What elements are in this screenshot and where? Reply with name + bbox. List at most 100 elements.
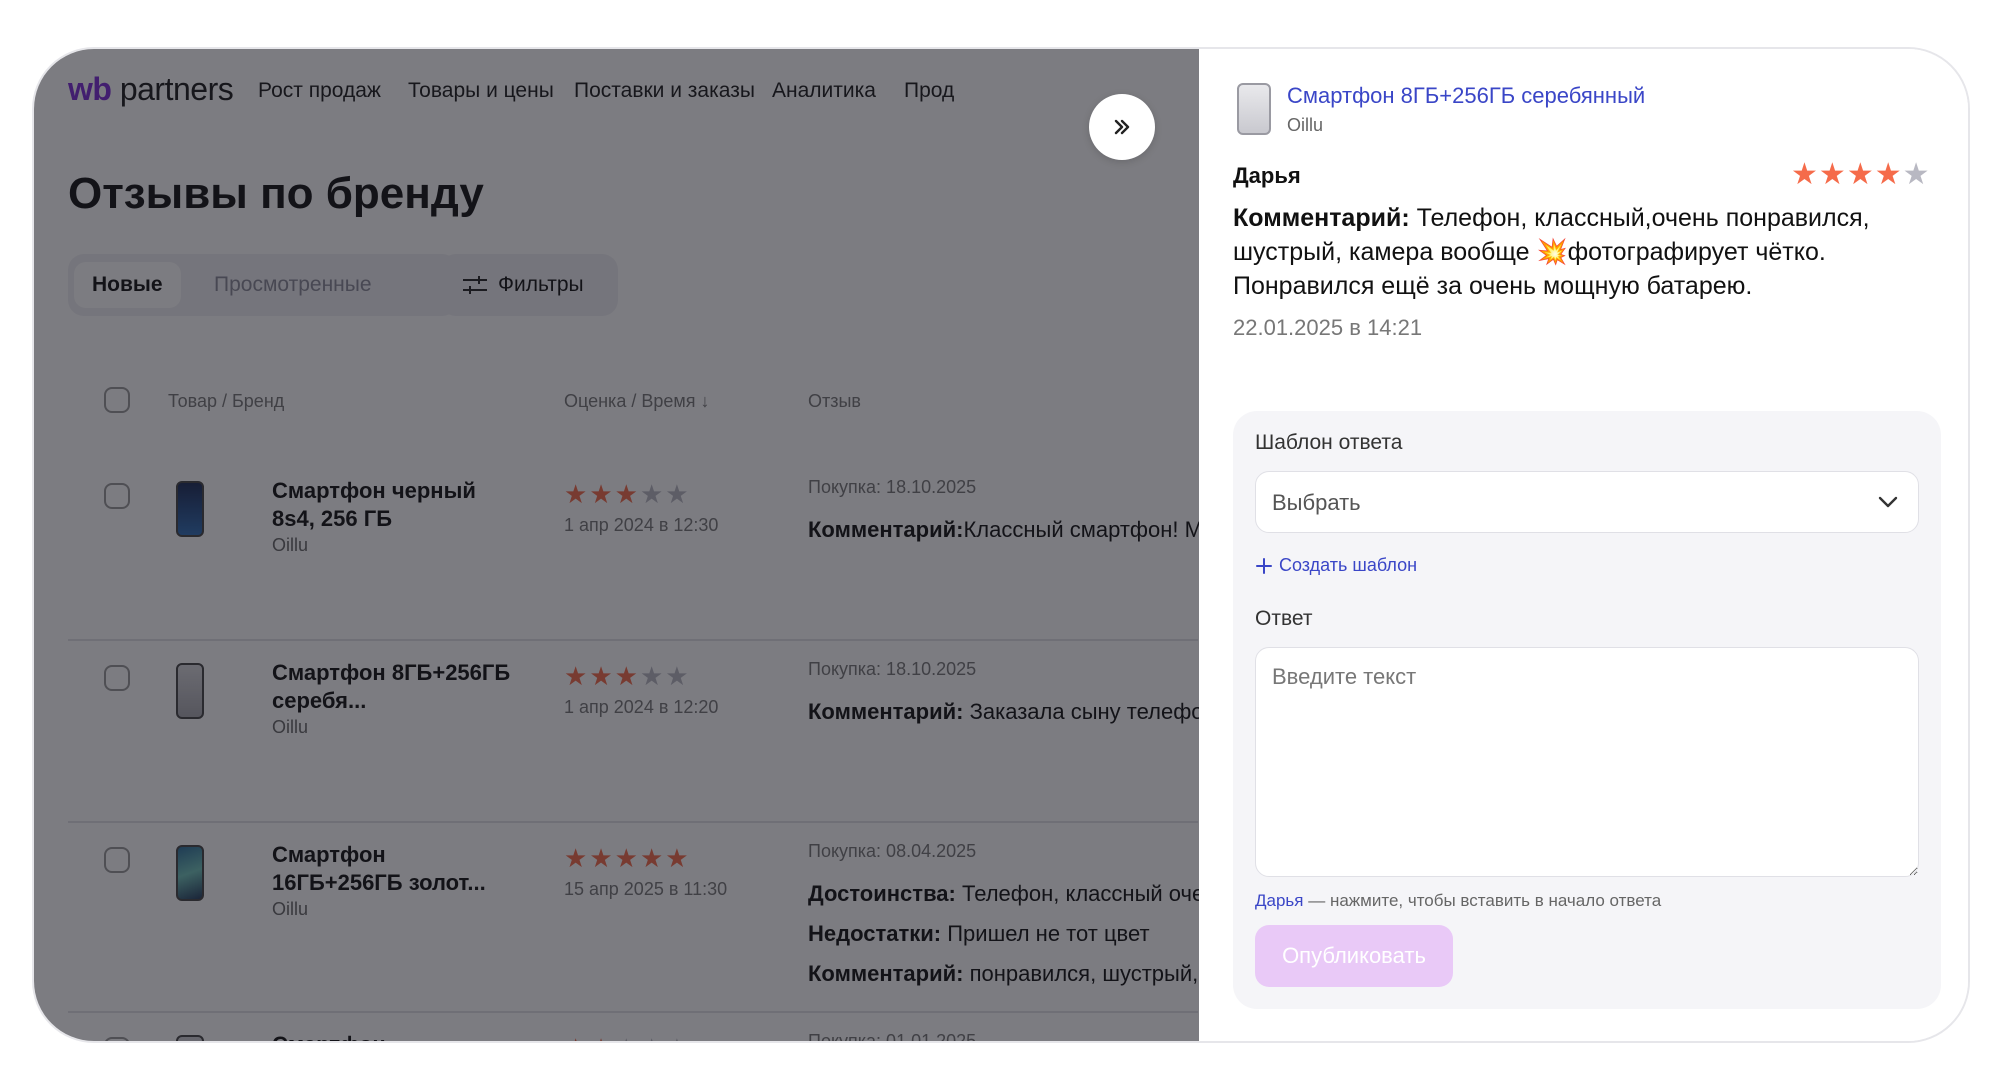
template-select-value: Выбрать: [1272, 490, 1361, 515]
review-date: 1 апр 2024 в 12:20: [564, 697, 719, 717]
product-thumbnail: [176, 845, 204, 901]
review-line-label: Комментарий:: [808, 961, 964, 986]
logo-partners: partners: [119, 71, 234, 107]
logo-wb: wb: [68, 71, 112, 107]
tab-viewed[interactable]: Просмотренные: [196, 262, 390, 308]
star-icon: ★: [639, 661, 666, 691]
nav-item-analytics[interactable]: Аналитика: [772, 79, 876, 103]
table-row[interactable]: Смартфон ★★★★★ Покупка: 01.01.2025: [68, 1013, 1198, 1043]
purchase-date: Покупка: 01.01.2025: [808, 1031, 977, 1043]
product-name[interactable]: Смартфон: [272, 1031, 512, 1041]
insert-name-hint: Дарья — нажмите, чтобы вставить в начало…: [1255, 891, 1661, 911]
star-icon: ★: [665, 661, 691, 691]
review-date: 15 апр 2025 в 11:30: [564, 879, 728, 899]
table-row[interactable]: Смартфон черный 8s4, 256 ГБ Oillu ★★★★★ …: [68, 459, 1199, 641]
star-icon: ★: [639, 843, 666, 873]
star-icon: ★: [1818, 158, 1847, 191]
row-checkbox[interactable]: [104, 665, 130, 691]
comment-label: Комментарий:: [1233, 204, 1410, 232]
template-label: Шаблон ответа: [1255, 431, 1403, 454]
star-icon: ★: [614, 843, 640, 873]
star-icon: ★: [665, 1033, 690, 1041]
filters-button[interactable]: Фильтры: [440, 254, 618, 316]
star-icon: ★: [1874, 158, 1903, 191]
review-date: 22.01.2025 в 14:21: [1233, 315, 1423, 340]
review-detail-panel: Смартфон 8ГБ+256ГБ серебянный Oillu Дарь…: [1199, 49, 1968, 1041]
window-frame: wb partners Рост продаж Товары и цены По…: [32, 47, 1970, 1043]
product-brand: Oillu: [272, 899, 309, 919]
review-line: Комментарий:Классный смартфон! Ми: [808, 517, 1199, 543]
collapse-panel-button[interactable]: [1089, 94, 1155, 160]
purchase-date: Покупка: 18.10.2025: [808, 477, 977, 497]
review-line: Комментарий: Заказала сыну телефон,: [808, 699, 1199, 725]
star-icon: ★: [614, 661, 640, 691]
review-line-label: Недостатки:: [808, 921, 942, 946]
star-icon: ★: [1846, 158, 1875, 191]
table-row[interactable]: Смартфон 16ГБ+256ГБ золот... Oillu ★★★★★…: [68, 823, 1199, 1013]
rating-stars: ★★★★★: [564, 661, 691, 692]
create-template-link[interactable]: Создать шаблон: [1255, 555, 1417, 576]
double-chevron-right-icon: [1114, 119, 1130, 135]
review-line-text: Классный смартфон! Ми: [963, 517, 1199, 542]
product-name[interactable]: Смартфон черный 8s4, 256 ГБ: [272, 477, 512, 533]
template-select[interactable]: Выбрать: [1255, 471, 1919, 533]
insert-name-link[interactable]: Дарья: [1255, 891, 1304, 910]
review-line-label: Комментарий:: [808, 699, 964, 724]
star-icon: ★: [665, 479, 691, 509]
row-checkbox[interactable]: [104, 483, 130, 509]
star-icon: ★: [589, 843, 615, 873]
review-line: Достоинства: Телефон, классный очень: [808, 881, 1199, 907]
filters-label: Фильтры: [498, 273, 584, 296]
review-line: Недостатки: Пришел не тот цвет: [808, 921, 1150, 947]
create-template-label: Создать шаблон: [1279, 555, 1418, 575]
header-product[interactable]: Товар / Бренд: [168, 391, 284, 412]
product-brand: Oillu: [1287, 115, 1324, 135]
reviews-page: wb partners Рост продаж Товары и цены По…: [34, 49, 1199, 1043]
product-thumbnail: [1237, 83, 1271, 135]
review-date: 1 апр 2024 в 12:30: [564, 515, 719, 535]
review-line-text: Пришел не тот цвет: [941, 921, 1150, 946]
review-line-label: Достоинства:: [808, 881, 956, 906]
table-row[interactable]: Смартфон 8ГБ+256ГБ серебя... Oillu ★★★★★…: [68, 641, 1199, 823]
rating-stars: ★★★★★: [1791, 157, 1931, 192]
nav-item-products-prices[interactable]: Товары и цены: [408, 79, 554, 103]
purchase-date: Покупка: 18.10.2025: [808, 659, 977, 679]
star-icon: ★: [615, 1033, 640, 1041]
review-comment: Комментарий: Телефон, классный,очень пон…: [1233, 201, 1933, 303]
review-line-text: Телефон, классный очень: [961, 881, 1199, 906]
chevron-down-icon: [1878, 496, 1898, 508]
product-title-link[interactable]: Смартфон 8ГБ+256ГБ серебянный: [1287, 83, 1645, 109]
star-icon: ★: [589, 1033, 614, 1041]
header-rating-time[interactable]: Оценка / Время ↓: [564, 391, 710, 412]
review-tabs: Новые Просмотренные: [68, 254, 458, 316]
star-icon: ★: [1902, 158, 1931, 191]
review-line-text: понравился, шустрый,ка: [963, 961, 1199, 986]
purchase-date: Покупка: 08.04.2025: [808, 841, 977, 861]
page-title: Отзывы по бренду: [68, 169, 484, 218]
table-header: Товар / Бренд Оценка / Время ↓ Отзыв: [68, 379, 1198, 423]
star-icon: ★: [665, 843, 691, 873]
row-checkbox[interactable]: [104, 1037, 130, 1041]
rating-stars: ★★★★★: [564, 1033, 691, 1041]
publish-button[interactable]: Опубликовать: [1255, 925, 1453, 987]
nav-item-supplies-orders[interactable]: Поставки и заказы: [574, 79, 755, 103]
wb-partners-logo[interactable]: wb partners: [68, 71, 234, 108]
star-icon: ★: [640, 1033, 665, 1041]
answer-textarea[interactable]: [1255, 647, 1919, 877]
nav-item-sales-growth[interactable]: Рост продаж: [258, 79, 381, 103]
star-icon: ★: [564, 479, 590, 509]
sliders-icon: [463, 276, 487, 294]
row-checkbox[interactable]: [104, 847, 130, 873]
star-icon: ★: [639, 479, 666, 509]
answer-label: Ответ: [1255, 607, 1313, 630]
product-name[interactable]: Смартфон 8ГБ+256ГБ серебя...: [272, 659, 512, 715]
star-icon: ★: [614, 479, 640, 509]
select-all-checkbox[interactable]: [104, 387, 130, 413]
tab-new[interactable]: Новые: [74, 262, 181, 308]
hint-text: — нажмите, чтобы вставить в начало ответ…: [1303, 891, 1662, 910]
product-thumbnail: [176, 663, 204, 719]
review-author: Дарья: [1233, 163, 1301, 188]
product-name[interactable]: Смартфон 16ГБ+256ГБ золот...: [272, 841, 512, 897]
product-brand: Oillu: [272, 717, 309, 737]
nav-item-truncated[interactable]: Прод: [904, 79, 954, 103]
